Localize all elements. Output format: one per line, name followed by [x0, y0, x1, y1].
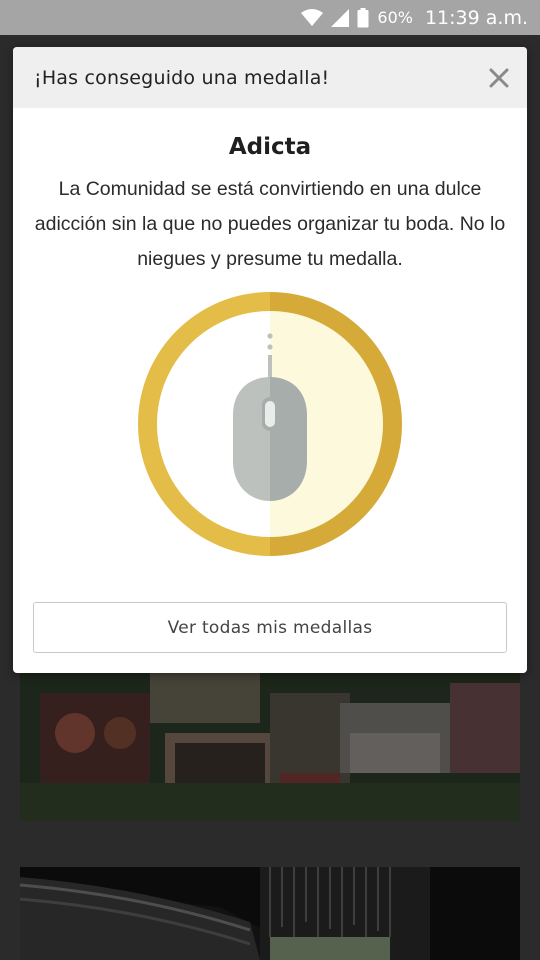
close-icon	[489, 68, 509, 87]
view-all-medals-button[interactable]: Ver todas mis medallas	[33, 602, 507, 653]
signal-icon	[331, 8, 350, 27]
clock: 11:39 a.m.	[424, 6, 528, 29]
medal-modal: ¡Has conseguido una medalla! Adicta La C…	[13, 47, 527, 673]
modal-title: ¡Has conseguido una medalla!	[34, 66, 330, 89]
battery-percent: 60%	[377, 8, 413, 27]
medal-description: La Comunidad se está convirtiendo en una…	[34, 178, 506, 270]
modal-header: ¡Has conseguido una medalla!	[13, 47, 527, 108]
medal-name: Adicta	[228, 134, 312, 160]
modal-body: Adicta La Comunidad se está convirtiendo…	[13, 134, 527, 277]
computer-mouse-icon	[138, 292, 402, 556]
wifi-icon	[301, 8, 324, 27]
battery-icon	[357, 7, 369, 28]
status-bar: 60% 11:39 a.m.	[0, 0, 540, 35]
close-button[interactable]	[485, 64, 513, 92]
medal-badge	[137, 291, 403, 557]
